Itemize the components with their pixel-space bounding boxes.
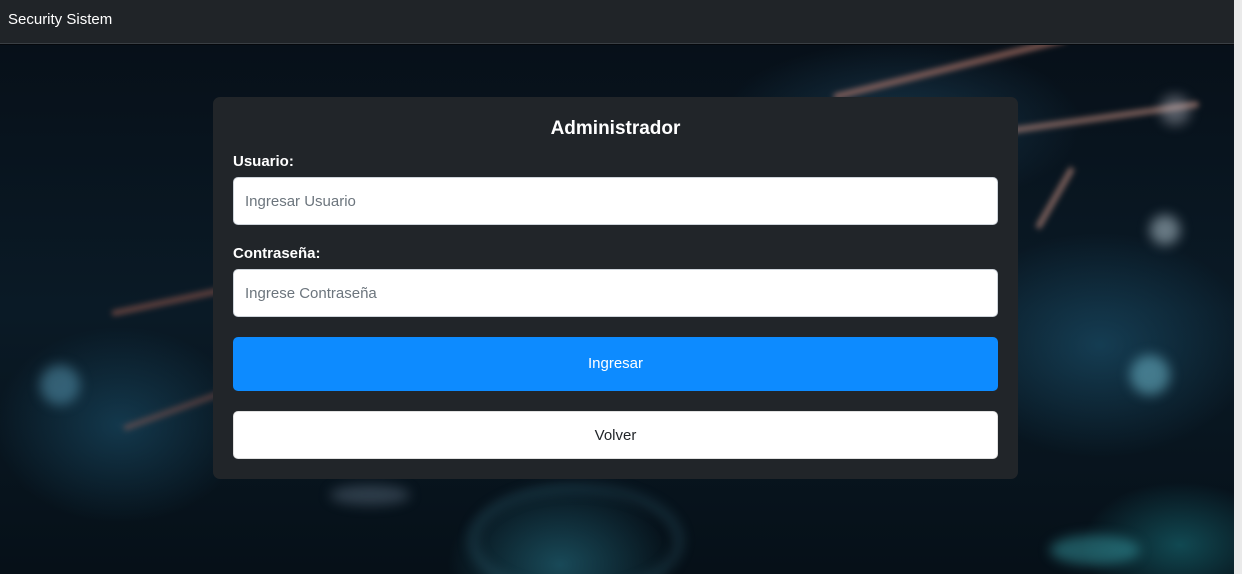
window-scrollbar[interactable]: [1234, 0, 1242, 574]
login-button[interactable]: Ingresar: [233, 337, 998, 391]
login-card: Administrador Usuario: Contraseña: Ingre…: [213, 97, 1018, 479]
card-title: Administrador: [550, 118, 681, 139]
password-label: Contraseña:: [233, 245, 321, 262]
navbar-brand[interactable]: Security Sistem: [8, 11, 112, 29]
password-input[interactable]: [233, 269, 998, 317]
back-button[interactable]: Volver: [233, 411, 998, 459]
top-navbar: Security Sistem: [0, 0, 1234, 44]
username-input[interactable]: [233, 177, 998, 225]
username-label: Usuario:: [233, 153, 294, 170]
